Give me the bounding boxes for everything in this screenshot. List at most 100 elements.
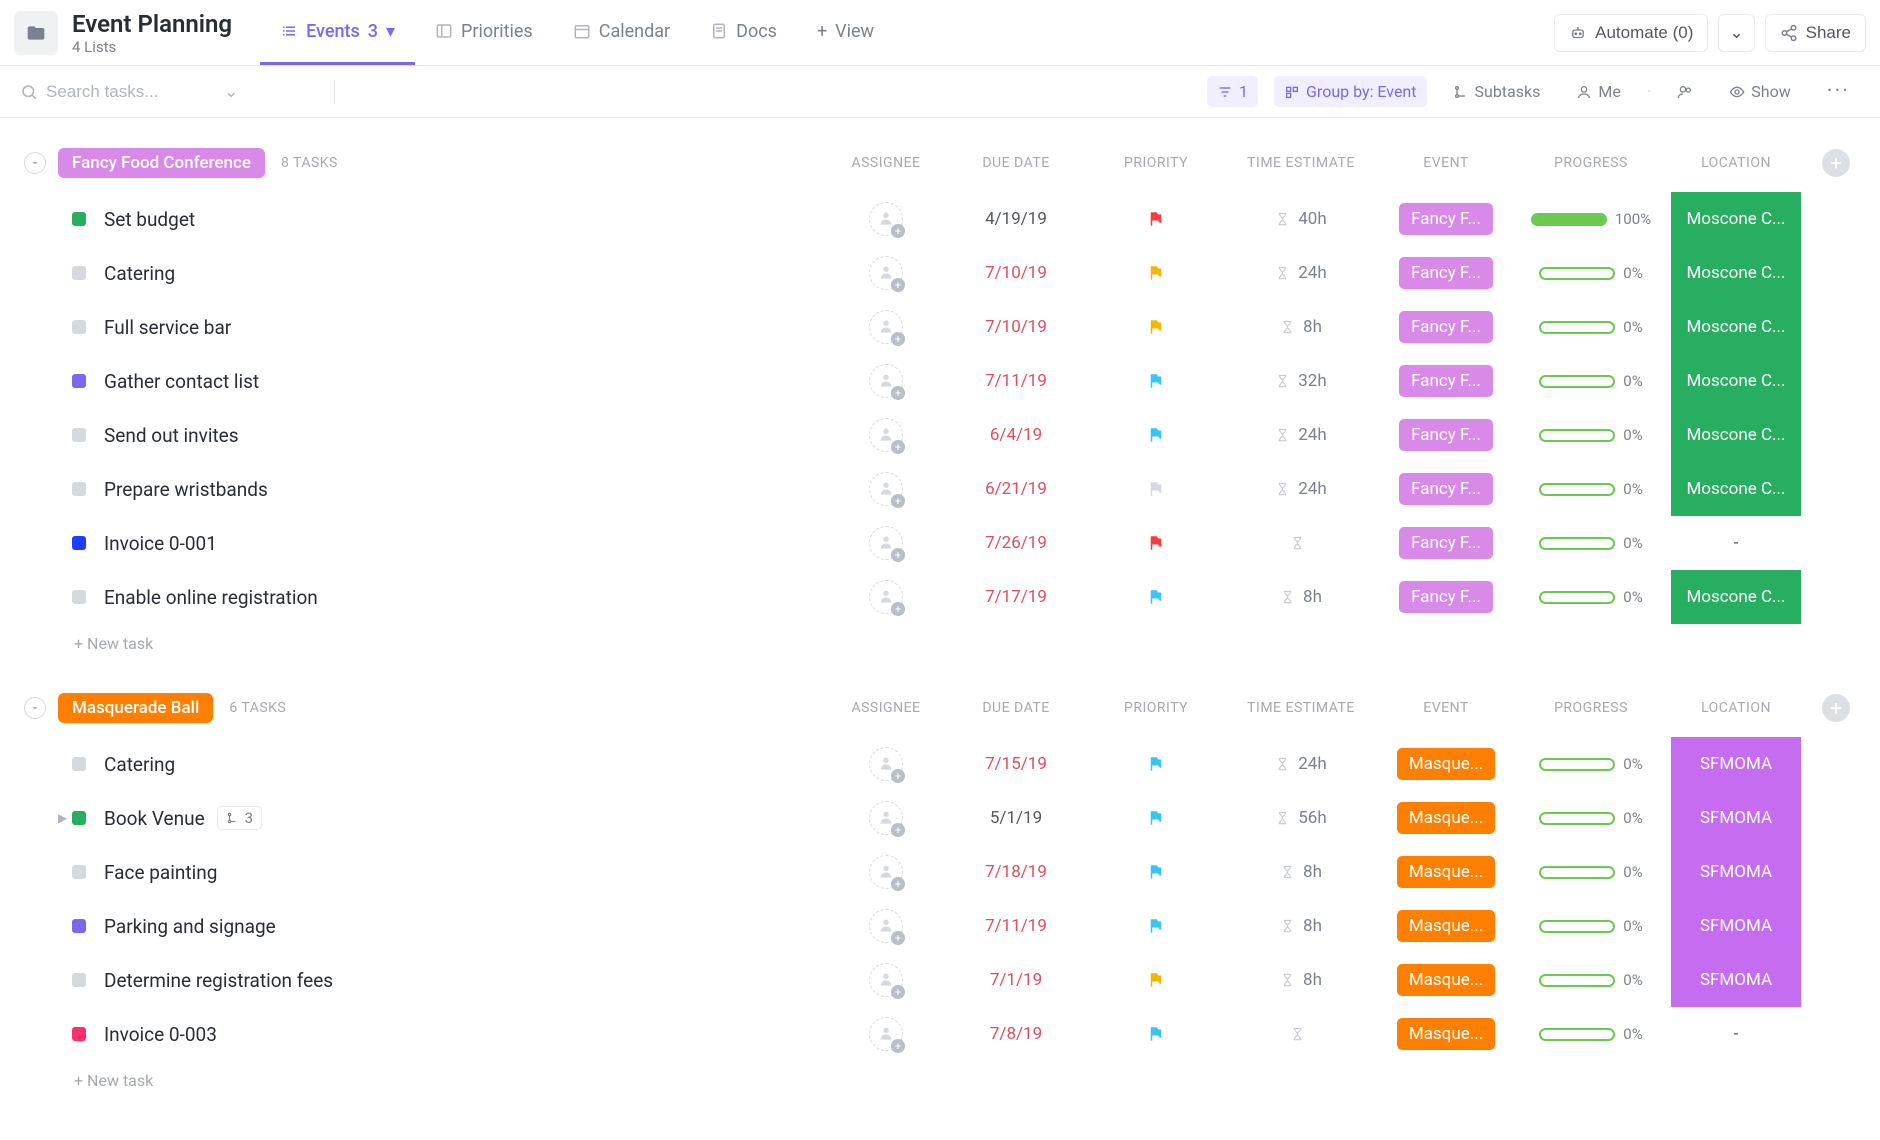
priority-flag[interactable] [1086, 1025, 1226, 1043]
progress[interactable]: 100% [1516, 210, 1666, 228]
task-row[interactable]: Parking and signage 7/11/19 8h Masque...… [14, 899, 1866, 953]
column-header-priority[interactable]: PRIORITY [1086, 155, 1226, 171]
event-tag[interactable]: Masque... [1397, 964, 1495, 996]
task-row[interactable]: Catering 7/15/19 24h Masque... 0% SFMOMA [14, 737, 1866, 791]
chevron-down-icon[interactable]: ⌄ [224, 82, 238, 102]
event-tag[interactable]: Masque... [1397, 802, 1495, 834]
event-tag[interactable]: Masque... [1397, 910, 1495, 942]
progress[interactable]: 0% [1516, 534, 1666, 552]
me-chip[interactable]: Me [1566, 76, 1630, 107]
location-tag[interactable]: Moscone C... [1671, 570, 1801, 624]
priority-flag[interactable] [1086, 863, 1226, 881]
time-estimate[interactable]: 24h [1226, 754, 1376, 774]
time-estimate[interactable]: 32h [1226, 371, 1376, 391]
time-estimate[interactable]: 24h [1226, 425, 1376, 445]
assignee-button[interactable] [869, 801, 903, 835]
priority-flag[interactable] [1086, 210, 1226, 228]
new-task-button[interactable]: + New task [14, 624, 1866, 663]
priority-flag[interactable] [1086, 534, 1226, 552]
tab-add-view[interactable]: + View [797, 1, 894, 65]
time-estimate[interactable] [1226, 534, 1376, 552]
task-row[interactable]: Send out invites 6/4/19 24h Fancy F... 0… [14, 408, 1866, 462]
column-header-priority[interactable]: PRIORITY [1086, 700, 1226, 716]
priority-flag[interactable] [1086, 372, 1226, 390]
task-row[interactable]: Gather contact list 7/11/19 32h Fancy F.… [14, 354, 1866, 408]
task-name[interactable]: Catering [104, 262, 826, 285]
tab-events[interactable]: Events 3 ▾ [260, 1, 415, 65]
priority-flag[interactable] [1086, 264, 1226, 282]
time-estimate[interactable]: 8h [1226, 587, 1376, 607]
group-label[interactable]: Fancy Food Conference [58, 148, 265, 178]
priority-flag[interactable] [1086, 971, 1226, 989]
column-header-location[interactable]: LOCATION [1666, 155, 1806, 171]
progress[interactable]: 0% [1516, 809, 1666, 827]
assignee-button[interactable] [869, 310, 903, 344]
location-tag[interactable]: SFMOMA [1671, 845, 1801, 899]
column-header-due[interactable]: DUE DATE [946, 155, 1086, 171]
column-header-due[interactable]: DUE DATE [946, 700, 1086, 716]
priority-flag[interactable] [1086, 755, 1226, 773]
event-tag[interactable]: Fancy F... [1399, 311, 1493, 343]
group-by-chip[interactable]: Group by: Event [1274, 76, 1426, 107]
new-task-button[interactable]: + New task [14, 1061, 1866, 1100]
tab-calendar[interactable]: Calendar [553, 1, 690, 65]
task-row[interactable]: Catering 7/10/19 24h Fancy F... 0% Mosco… [14, 246, 1866, 300]
task-name[interactable]: Face painting [104, 861, 826, 884]
time-estimate[interactable]: 56h [1226, 808, 1376, 828]
assignee-button[interactable] [869, 580, 903, 614]
assignee-button[interactable] [869, 472, 903, 506]
more-menu[interactable]: ··· [1817, 73, 1860, 110]
location-tag[interactable]: Moscone C... [1671, 462, 1801, 516]
event-tag[interactable]: Fancy F... [1399, 257, 1493, 289]
time-estimate[interactable] [1226, 1025, 1376, 1043]
column-header-location[interactable]: LOCATION [1666, 700, 1806, 716]
status-square[interactable] [72, 590, 86, 604]
location-tag[interactable]: Moscone C... [1671, 246, 1801, 300]
priority-flag[interactable] [1086, 480, 1226, 498]
location-tag[interactable]: SFMOMA [1671, 899, 1801, 953]
assignee-button[interactable] [869, 747, 903, 781]
status-square[interactable] [72, 1027, 86, 1041]
task-name[interactable]: Enable online registration [104, 586, 826, 609]
column-header-assignee[interactable]: ASSIGNEE [826, 700, 946, 716]
time-estimate[interactable]: 40h [1226, 209, 1376, 229]
task-row[interactable]: Set budget 4/19/19 40h Fancy F... 100% M… [14, 192, 1866, 246]
assignee-button[interactable] [869, 256, 903, 290]
assignee-button[interactable] [869, 855, 903, 889]
task-row[interactable]: Determine registration fees 7/1/19 8h Ma… [14, 953, 1866, 1007]
assignee-button[interactable] [869, 202, 903, 236]
priority-flag[interactable] [1086, 917, 1226, 935]
time-estimate[interactable]: 8h [1226, 317, 1376, 337]
task-name[interactable]: Invoice 0-003 [104, 1023, 826, 1046]
priority-flag[interactable] [1086, 318, 1226, 336]
column-header-progress[interactable]: PROGRESS [1516, 700, 1666, 716]
task-row[interactable]: Face painting 7/18/19 8h Masque... 0% SF… [14, 845, 1866, 899]
event-tag[interactable]: Fancy F... [1399, 419, 1493, 451]
automate-button[interactable]: Automate (0) [1554, 14, 1708, 52]
location-tag[interactable]: - [1671, 516, 1801, 570]
event-tag[interactable]: Masque... [1397, 856, 1495, 888]
task-name[interactable]: Send out invites [104, 424, 826, 447]
collapse-button[interactable] [24, 152, 46, 174]
status-square[interactable] [72, 811, 86, 825]
priority-flag[interactable] [1086, 426, 1226, 444]
priority-flag[interactable] [1086, 588, 1226, 606]
status-square[interactable] [72, 973, 86, 987]
assignee-button[interactable] [869, 418, 903, 452]
time-estimate[interactable]: 8h [1226, 862, 1376, 882]
column-header-assignee[interactable]: ASSIGNEE [826, 155, 946, 171]
task-name[interactable]: Book Venue 3 [104, 806, 826, 830]
progress[interactable]: 0% [1516, 426, 1666, 444]
task-row[interactable]: Invoice 0-003 7/8/19 Masque... 0% - [14, 1007, 1866, 1061]
time-estimate[interactable]: 8h [1226, 970, 1376, 990]
column-header-time[interactable]: TIME ESTIMATE [1226, 700, 1376, 716]
status-square[interactable] [72, 428, 86, 442]
due-date[interactable]: 7/1/19 [990, 970, 1042, 990]
progress[interactable]: 0% [1516, 1025, 1666, 1043]
task-name[interactable]: Prepare wristbands [104, 478, 826, 501]
subtask-badge[interactable]: 3 [217, 806, 262, 830]
due-date[interactable]: 4/19/19 [985, 209, 1047, 229]
due-date[interactable]: 7/11/19 [985, 916, 1047, 936]
event-tag[interactable]: Fancy F... [1399, 581, 1493, 613]
status-square[interactable] [72, 482, 86, 496]
